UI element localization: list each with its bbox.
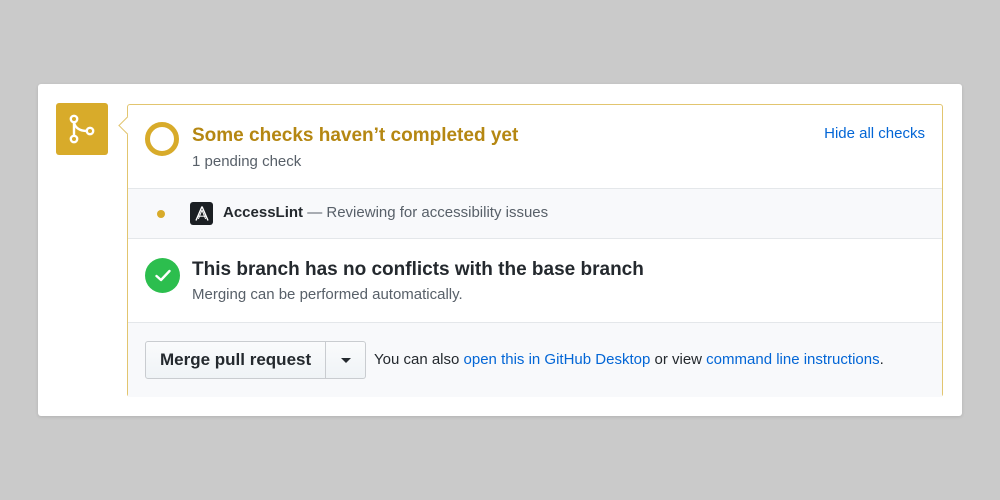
open-in-desktop-link[interactable]: open this in GitHub Desktop [464,351,651,368]
chevron-down-icon [340,357,351,363]
note-middle: or view [650,351,707,368]
merge-box: Some checks haven’t completed yet 1 pend… [38,84,962,416]
merge-status-panel: Some checks haven’t completed yet 1 pend… [118,104,943,397]
checks-subtitle: 1 pending check [192,153,302,170]
note-suffix: . [879,351,884,368]
note-prefix: You can also [374,351,464,368]
hide-all-checks-link[interactable]: Hide all checks [824,125,925,142]
command-line-instructions-link[interactable]: command line instructions [706,351,879,368]
check-text: AccessLint — Reviewing for accessibility… [223,204,548,221]
merge-alternatives-note: You can also open this in GitHub Desktop… [374,351,884,368]
merge-pull-request-button[interactable]: Merge pull request [145,341,327,379]
conflicts-summary: This branch has no conflicts with the ba… [128,239,942,323]
checks-title: Some checks haven’t completed yet [192,125,519,146]
check-icon [145,258,180,293]
pending-status-icon [145,122,179,156]
merge-actions: Merge pull request You can also open thi… [128,323,942,397]
pending-dot-icon [157,210,165,218]
check-name[interactable]: AccessLint [223,204,303,221]
merge-button-group: Merge pull request [145,341,367,379]
merge-method-dropdown-button[interactable] [326,341,367,379]
conflicts-subtitle: Merging can be performed automatically. [192,286,463,303]
accesslint-logo-icon [190,202,213,225]
checks-summary: Some checks haven’t completed yet 1 pend… [128,105,942,189]
check-description: — Reviewing for accessibility issues [303,204,549,221]
conflicts-title: This branch has no conflicts with the ba… [192,259,644,280]
check-row: AccessLint — Reviewing for accessibility… [128,189,942,239]
git-merge-icon [56,103,108,155]
